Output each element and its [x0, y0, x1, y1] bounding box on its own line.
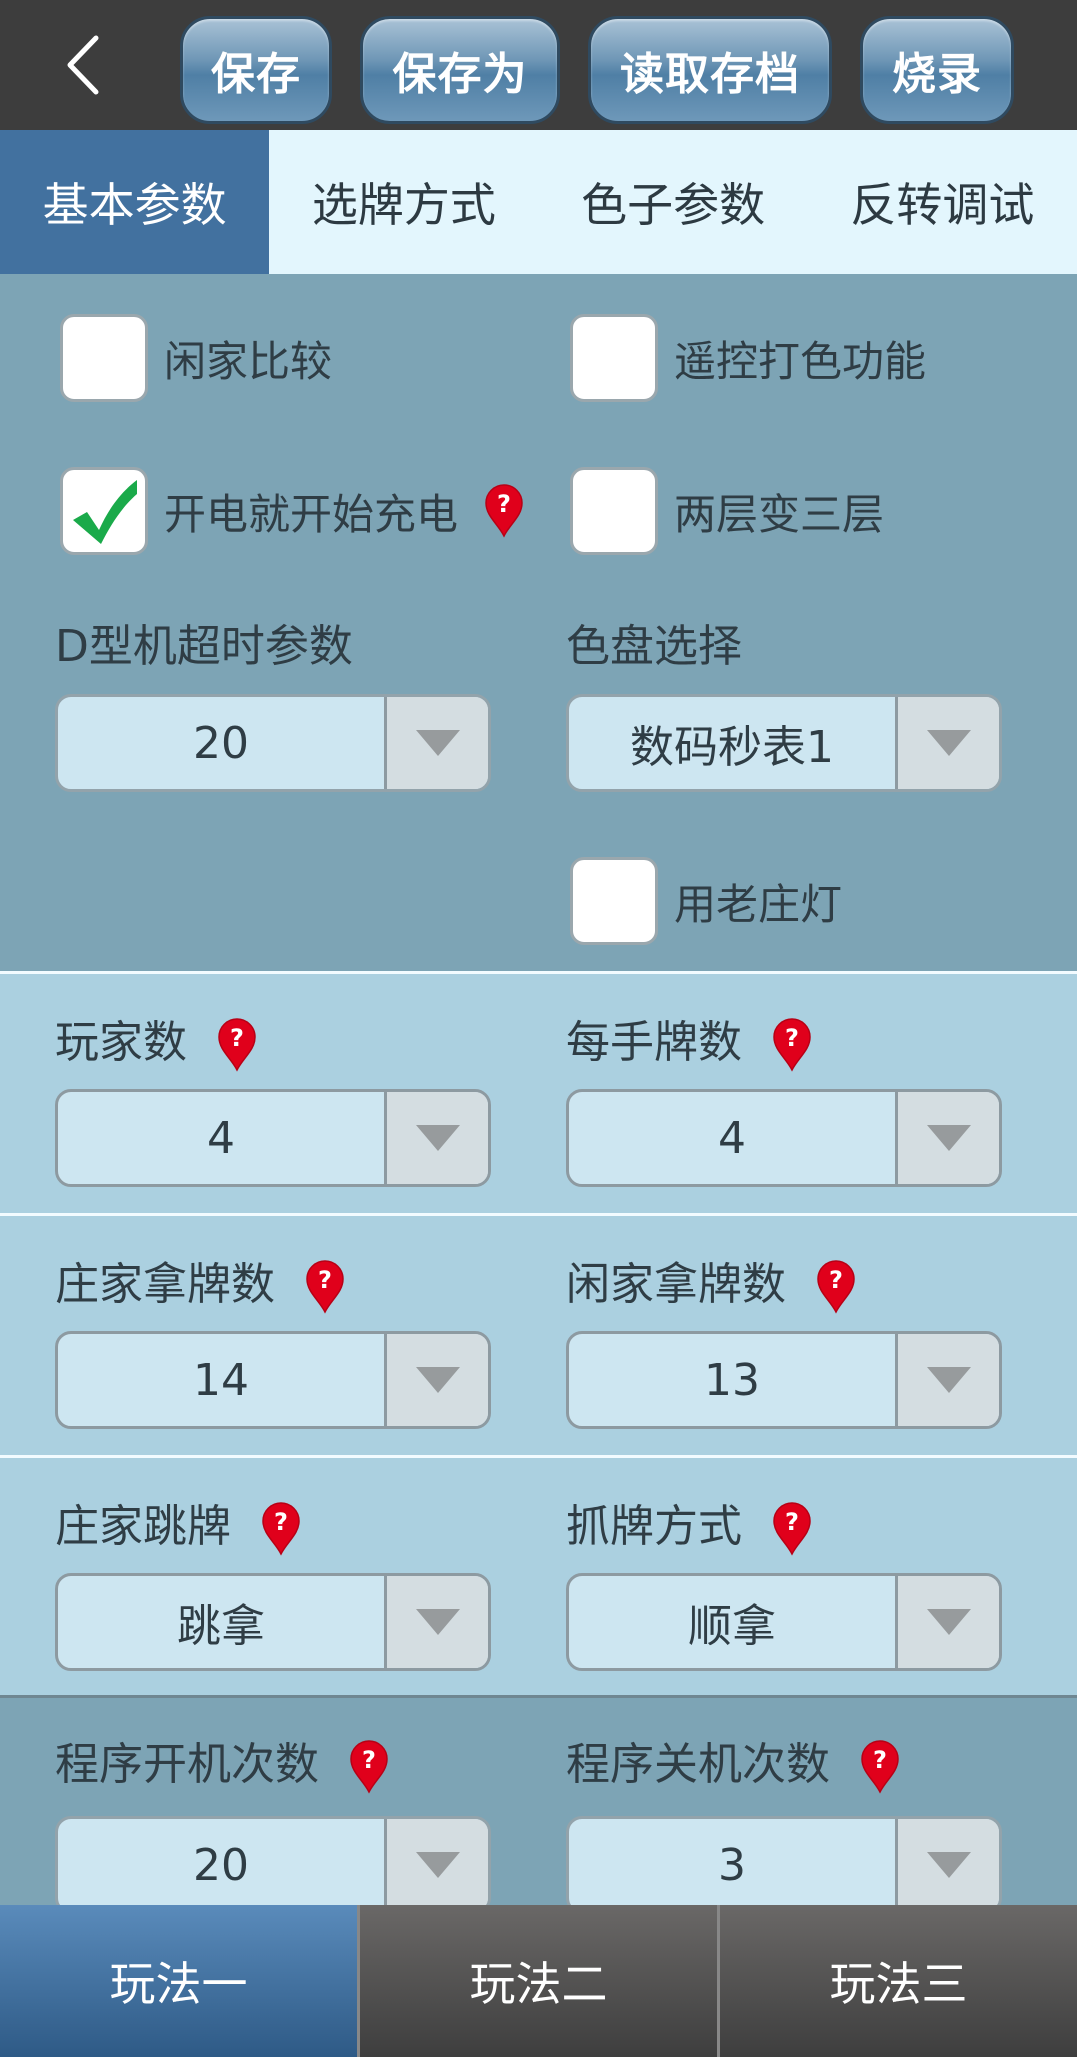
help-icon[interactable]: [484, 484, 524, 538]
select-players[interactable]: 4: [55, 1089, 491, 1187]
help-icon[interactable]: [261, 1502, 301, 1556]
label-text: 每手牌数: [566, 1017, 742, 1068]
help-icon[interactable]: [772, 1502, 812, 1556]
select-value: 20: [193, 717, 249, 769]
section-general: 闲家比较 遥控打色功能 开电就开始充电 两层变三层 D型机超时参数 20 色盘选…: [0, 274, 1077, 971]
checkbox-player-compare[interactable]: 闲家比较: [60, 314, 332, 402]
field-label-draw-method: 抓牌方式: [566, 1488, 812, 1556]
select-value: 顺拿: [688, 1601, 776, 1652]
field-label-player-cards: 闲家拿牌数: [566, 1246, 856, 1314]
section-draw-mode: 庄家跳牌 跳拿 抓牌方式 顺拿: [0, 1458, 1077, 1698]
back-button[interactable]: [50, 30, 120, 100]
checkbox-charge-on-power[interactable]: 开电就开始充电: [60, 467, 524, 555]
section-players: 玩家数 4 每手牌数 4: [0, 974, 1077, 1213]
save-button[interactable]: 保存: [180, 16, 332, 124]
checkbox-two-to-three-layers[interactable]: 两层变三层: [570, 467, 884, 555]
tab-reverse-debug[interactable]: 反转调试: [808, 130, 1077, 274]
field-label-cards-per-hand: 每手牌数: [566, 1004, 812, 1072]
dropdown-arrow-icon[interactable]: [895, 697, 999, 789]
load-archive-button[interactable]: 读取存档: [588, 16, 832, 124]
label-text: 闲家拿牌数: [566, 1259, 786, 1310]
help-icon[interactable]: [305, 1260, 345, 1314]
select-power-off-count[interactable]: 3: [566, 1816, 1002, 1914]
checkbox-box[interactable]: [60, 467, 148, 555]
select-value: 跳拿: [177, 1601, 265, 1652]
select-player-cards[interactable]: 13: [566, 1331, 1002, 1429]
field-label-banker-jump: 庄家跳牌: [55, 1488, 301, 1556]
select-power-on-count[interactable]: 20: [55, 1816, 491, 1914]
checkbox-label: 用老庄灯: [674, 879, 843, 929]
burn-button[interactable]: 烧录: [860, 16, 1014, 124]
tab-bar: 基本参数 选牌方式 色子参数 反转调试: [0, 130, 1077, 274]
section-program-counts: 程序开机次数 20 程序关机次数 3: [0, 1698, 1077, 1914]
checkbox-remote-dice[interactable]: 遥控打色功能: [570, 314, 926, 402]
select-dial[interactable]: 数码秒表1: [566, 694, 1002, 792]
checkbox-label: 两层变三层: [674, 489, 885, 539]
dropdown-arrow-icon[interactable]: [895, 1334, 999, 1426]
select-value: 4: [718, 1112, 746, 1164]
label-text: 程序开机次数: [55, 1739, 319, 1790]
checkbox-label: 开电就开始充电: [164, 489, 459, 539]
checkmark-icon: [73, 480, 137, 544]
select-cards-per-hand[interactable]: 4: [566, 1089, 1002, 1187]
checkbox-box[interactable]: [570, 857, 658, 945]
field-label-players: 玩家数: [55, 1004, 257, 1072]
dropdown-arrow-icon[interactable]: [384, 1092, 488, 1184]
select-d-timeout[interactable]: 20: [55, 694, 491, 792]
help-icon[interactable]: [349, 1740, 389, 1794]
checkbox-old-banker-light[interactable]: 用老庄灯: [570, 857, 842, 945]
dropdown-arrow-icon[interactable]: [384, 1576, 488, 1668]
select-value: 20: [193, 1839, 249, 1891]
bottom-nav: 玩法一 玩法二 玩法三: [0, 1905, 1077, 2057]
label-text: 抓牌方式: [566, 1501, 742, 1552]
checkbox-box[interactable]: [570, 467, 658, 555]
tab-basic-params[interactable]: 基本参数: [0, 130, 270, 274]
tab-dice-params[interactable]: 色子参数: [539, 130, 808, 274]
checkbox-label: 闲家比较: [164, 336, 333, 386]
dropdown-arrow-icon[interactable]: [895, 1092, 999, 1184]
select-value: 3: [718, 1839, 746, 1891]
dropdown-arrow-icon[interactable]: [895, 1576, 999, 1668]
field-label-power-off-count: 程序关机次数: [566, 1726, 900, 1794]
field-label-banker-cards: 庄家拿牌数: [55, 1246, 345, 1314]
select-value: 14: [193, 1354, 249, 1406]
dropdown-arrow-icon[interactable]: [384, 1334, 488, 1426]
label-text: 庄家拿牌数: [55, 1259, 275, 1310]
select-value: 13: [704, 1354, 760, 1406]
dropdown-arrow-icon[interactable]: [895, 1819, 999, 1911]
checkbox-box[interactable]: [570, 314, 658, 402]
top-toolbar: 保存 保存为 读取存档 烧录: [0, 0, 1077, 130]
help-icon[interactable]: [772, 1018, 812, 1072]
label-text: 程序关机次数: [566, 1739, 830, 1790]
tab-card-selection[interactable]: 选牌方式: [269, 130, 538, 274]
help-icon[interactable]: [816, 1260, 856, 1314]
bottom-tab-mode-1[interactable]: 玩法一: [0, 1905, 360, 2057]
chevron-left-icon: [67, 35, 99, 95]
bottom-tab-mode-2[interactable]: 玩法二: [360, 1905, 720, 2057]
help-icon[interactable]: [217, 1018, 257, 1072]
bottom-tab-mode-3[interactable]: 玩法三: [720, 1905, 1077, 2057]
dropdown-arrow-icon[interactable]: [384, 697, 488, 789]
field-label-dial-select: 色盘选择: [566, 621, 742, 672]
section-card-counts: 庄家拿牌数 14 闲家拿牌数 13: [0, 1216, 1077, 1455]
dropdown-arrow-icon[interactable]: [384, 1819, 488, 1911]
label-text: 庄家跳牌: [55, 1501, 231, 1552]
select-value: 4: [207, 1112, 235, 1164]
select-banker-cards[interactable]: 14: [55, 1331, 491, 1429]
checkbox-box[interactable]: [60, 314, 148, 402]
select-value: 数码秒表1: [630, 722, 834, 773]
checkbox-label: 遥控打色功能: [674, 336, 927, 386]
label-text: 玩家数: [55, 1017, 187, 1068]
field-label-d-timeout: D型机超时参数: [55, 621, 353, 672]
select-banker-jump[interactable]: 跳拿: [55, 1573, 491, 1671]
save-as-button[interactable]: 保存为: [360, 16, 560, 124]
select-draw-method[interactable]: 顺拿: [566, 1573, 1002, 1671]
help-icon[interactable]: [860, 1740, 900, 1794]
field-label-power-on-count: 程序开机次数: [55, 1726, 389, 1794]
